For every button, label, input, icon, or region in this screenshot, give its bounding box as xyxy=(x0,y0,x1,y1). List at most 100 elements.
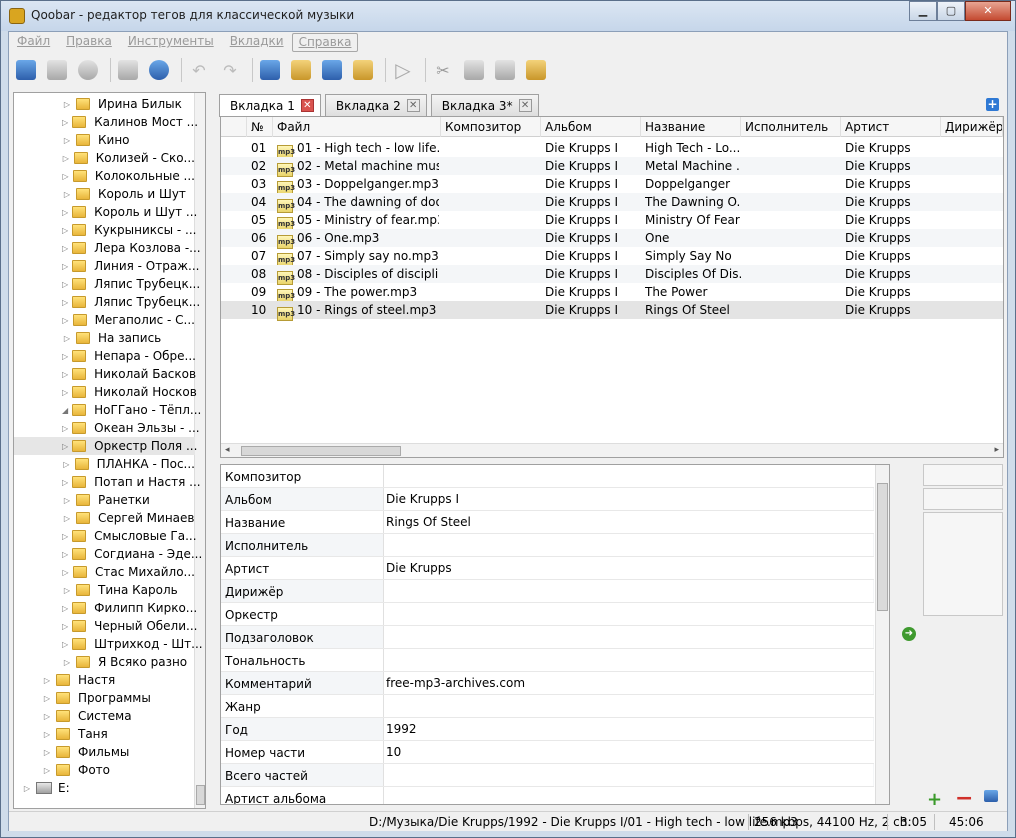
cut-icon[interactable]: ✂ xyxy=(430,57,456,83)
tree-scroll-thumb[interactable] xyxy=(196,785,205,805)
tab-1[interactable]: Вкладка 1 ✕ xyxy=(219,94,321,117)
expand-arrow-icon[interactable]: ▷ xyxy=(62,496,72,505)
tree-item[interactable]: ▷ Сергей Минаев xyxy=(14,509,195,527)
tree-item[interactable]: ▷ Колокольные ... xyxy=(14,167,195,185)
expand-arrow-icon[interactable]: ▷ xyxy=(62,154,70,163)
table-row[interactable]: 10 mp3 10 - Rings of steel.mp3 Die Krupps I… xyxy=(221,301,1003,321)
tag-value-field[interactable] xyxy=(383,580,873,602)
tree-item[interactable]: ▷ Фильмы xyxy=(14,743,195,761)
column-header-title[interactable]: Название xyxy=(641,117,741,137)
tree-item[interactable]: ▷ Николай Носков xyxy=(14,383,197,401)
undo-icon[interactable]: ↶ xyxy=(186,57,212,83)
expand-arrow-icon[interactable]: ▷ xyxy=(62,460,71,469)
table-scroll-thumb[interactable] xyxy=(241,446,401,456)
close-tab-icon[interactable]: ✕ xyxy=(518,99,532,112)
tree-item[interactable]: ▷ Программы xyxy=(14,689,195,707)
expand-arrow-icon[interactable]: ▷ xyxy=(22,784,32,793)
expand-arrow-icon[interactable]: ▷ xyxy=(62,352,68,361)
expand-arrow-icon[interactable]: ▷ xyxy=(62,388,68,397)
tree-item[interactable]: ▷ Смысловые Га... xyxy=(14,527,197,545)
tree-item[interactable]: ▷ Таня xyxy=(14,725,195,743)
expand-arrow-icon[interactable]: ▷ xyxy=(62,244,68,253)
copy-icon[interactable] xyxy=(461,57,487,83)
tree-item[interactable]: ▷ Калинов Мост ... xyxy=(14,113,198,131)
paste-tags-icon[interactable] xyxy=(288,57,314,83)
column-header-conductor[interactable]: Дирижёр xyxy=(941,117,1003,137)
expand-arrow-icon[interactable]: ▷ xyxy=(62,190,72,199)
tree-item[interactable]: ▷ Ляпис Трубецк... xyxy=(14,293,200,311)
expand-arrow-icon[interactable]: ▷ xyxy=(62,478,68,487)
expanded-arrow-icon[interactable]: ◢ xyxy=(62,406,68,415)
close-button[interactable]: ✕ xyxy=(965,1,1011,21)
save-to-disk-icon[interactable] xyxy=(984,790,998,802)
tag-value-field[interactable] xyxy=(383,534,873,556)
expand-arrow-icon[interactable]: ▷ xyxy=(62,172,69,181)
minimize-button[interactable]: ▁ xyxy=(909,1,937,21)
tag-value-field[interactable]: Die Krupps xyxy=(383,557,873,579)
column-header-album[interactable]: Альбом xyxy=(541,117,641,137)
menu-edit[interactable]: Правка xyxy=(58,32,120,52)
tree-item[interactable]: ▷ Потап и Настя ... xyxy=(14,473,201,491)
remove-icon[interactable]: − xyxy=(955,786,973,811)
tag-value-field[interactable] xyxy=(383,626,873,648)
tag-value-field[interactable] xyxy=(383,465,873,487)
expand-arrow-icon[interactable]: ▷ xyxy=(42,766,52,775)
expand-arrow-icon[interactable]: ▷ xyxy=(62,586,72,595)
add-tab-icon[interactable]: + xyxy=(986,98,999,111)
tag-value-field[interactable]: 1992 xyxy=(383,718,873,740)
expand-arrow-icon[interactable]: ▷ xyxy=(62,550,68,559)
menu-tools[interactable]: Инструменты xyxy=(120,32,222,52)
table-row[interactable]: 08mp308 - Disciples of disciplin...Die K… xyxy=(221,265,1003,285)
tag-editor-scrollbar[interactable] xyxy=(875,465,889,804)
tree-item[interactable]: ▷ На запись xyxy=(14,329,195,347)
title-bar[interactable]: Qoobar - редактор тегов для классической… xyxy=(1,1,1015,31)
expand-arrow-icon[interactable]: ▷ xyxy=(62,334,72,343)
expand-arrow-icon[interactable]: ▷ xyxy=(62,100,72,109)
table-row[interactable]: 03 mp3 03 - Doppelganger.mp3 Die Krupps I Do… xyxy=(221,175,1003,195)
tree-item[interactable]: ▷ Черный Обели... xyxy=(14,617,197,635)
tree-item[interactable]: ▷ Ляпис Трубецк... xyxy=(14,275,200,293)
expand-arrow-icon[interactable]: ▷ xyxy=(62,622,68,631)
expand-arrow-icon[interactable]: ▷ xyxy=(62,136,72,145)
table-row[interactable]: 04 mp3 04 - The dawning of doo... Die Krupp… xyxy=(221,193,1003,213)
tag-value-field[interactable]: free-mp3-archives.com xyxy=(383,672,873,694)
expand-arrow-icon[interactable]: ▷ xyxy=(62,658,72,667)
tree-item[interactable]: ▷ Король и Шут ... xyxy=(14,203,197,221)
tag-value-field[interactable] xyxy=(383,787,873,804)
tag-value-field[interactable]: Rings Of Steel xyxy=(383,511,873,533)
tab-2[interactable]: Вкладка 2 ✕ xyxy=(324,94,427,116)
tree-item[interactable]: ◢ НоГГано - Тёпл... xyxy=(14,401,201,419)
column-header-performer[interactable]: Исполнитель xyxy=(741,117,841,137)
tag-value-field[interactable] xyxy=(383,603,873,625)
remove-tags-icon[interactable] xyxy=(319,57,345,83)
tag-edit-icon[interactable] xyxy=(523,57,549,83)
scroll-left-icon[interactable]: ◂ xyxy=(225,445,230,455)
table-row[interactable]: 07 mp3 07 - Simply say no.mp3 Die Krupps IS… xyxy=(221,247,1003,267)
close-tab-icon[interactable]: ✕ xyxy=(406,99,420,112)
tree-item[interactable]: ▷ Система xyxy=(14,707,195,725)
expand-arrow-icon[interactable]: ▷ xyxy=(62,298,68,307)
apply-arrow-icon[interactable]: ➜ xyxy=(902,627,916,641)
maximize-button[interactable]: ▢ xyxy=(937,1,965,21)
close-tab-icon[interactable]: ✕ xyxy=(300,99,314,112)
tree-item[interactable]: ▷ Ранетки xyxy=(14,491,195,509)
tree-item[interactable]: ▷ Настя xyxy=(14,671,195,689)
tree-item[interactable]: ▷ Я Всяко разно xyxy=(14,653,195,671)
expand-arrow-icon[interactable]: ▷ xyxy=(62,532,68,541)
column-header-number[interactable]: № xyxy=(247,117,273,137)
redo-icon[interactable]: ↷ xyxy=(217,57,243,83)
tag-value-field[interactable]: Die Krupps I xyxy=(383,488,873,510)
menu-tabs[interactable]: Вкладки xyxy=(222,32,292,52)
column-header-composer[interactable]: Композитор xyxy=(441,117,541,137)
table-row[interactable]: 06 mp3 06 - One.mp3 Die Krupps I One Die Krup… xyxy=(221,229,1003,249)
tree-item[interactable]: ▷ Мегаполис - С... xyxy=(14,311,195,329)
tree-item[interactable]: ▷ Николай Басков xyxy=(14,365,196,383)
tag-editor-scroll-thumb[interactable] xyxy=(877,483,888,611)
download-icon[interactable] xyxy=(115,57,141,83)
menu-help[interactable]: Справка xyxy=(291,33,359,52)
expand-arrow-icon[interactable]: ▷ xyxy=(42,748,52,757)
expand-arrow-icon[interactable]: ▷ xyxy=(62,118,68,127)
expand-arrow-icon[interactable]: ▷ xyxy=(42,676,52,685)
tree-item[interactable]: ▷ Оркестр Поля ... xyxy=(14,437,197,455)
table-row[interactable]: 09 mp3 09 - The power.mp3 Die Krupps I The P… xyxy=(221,283,1003,303)
